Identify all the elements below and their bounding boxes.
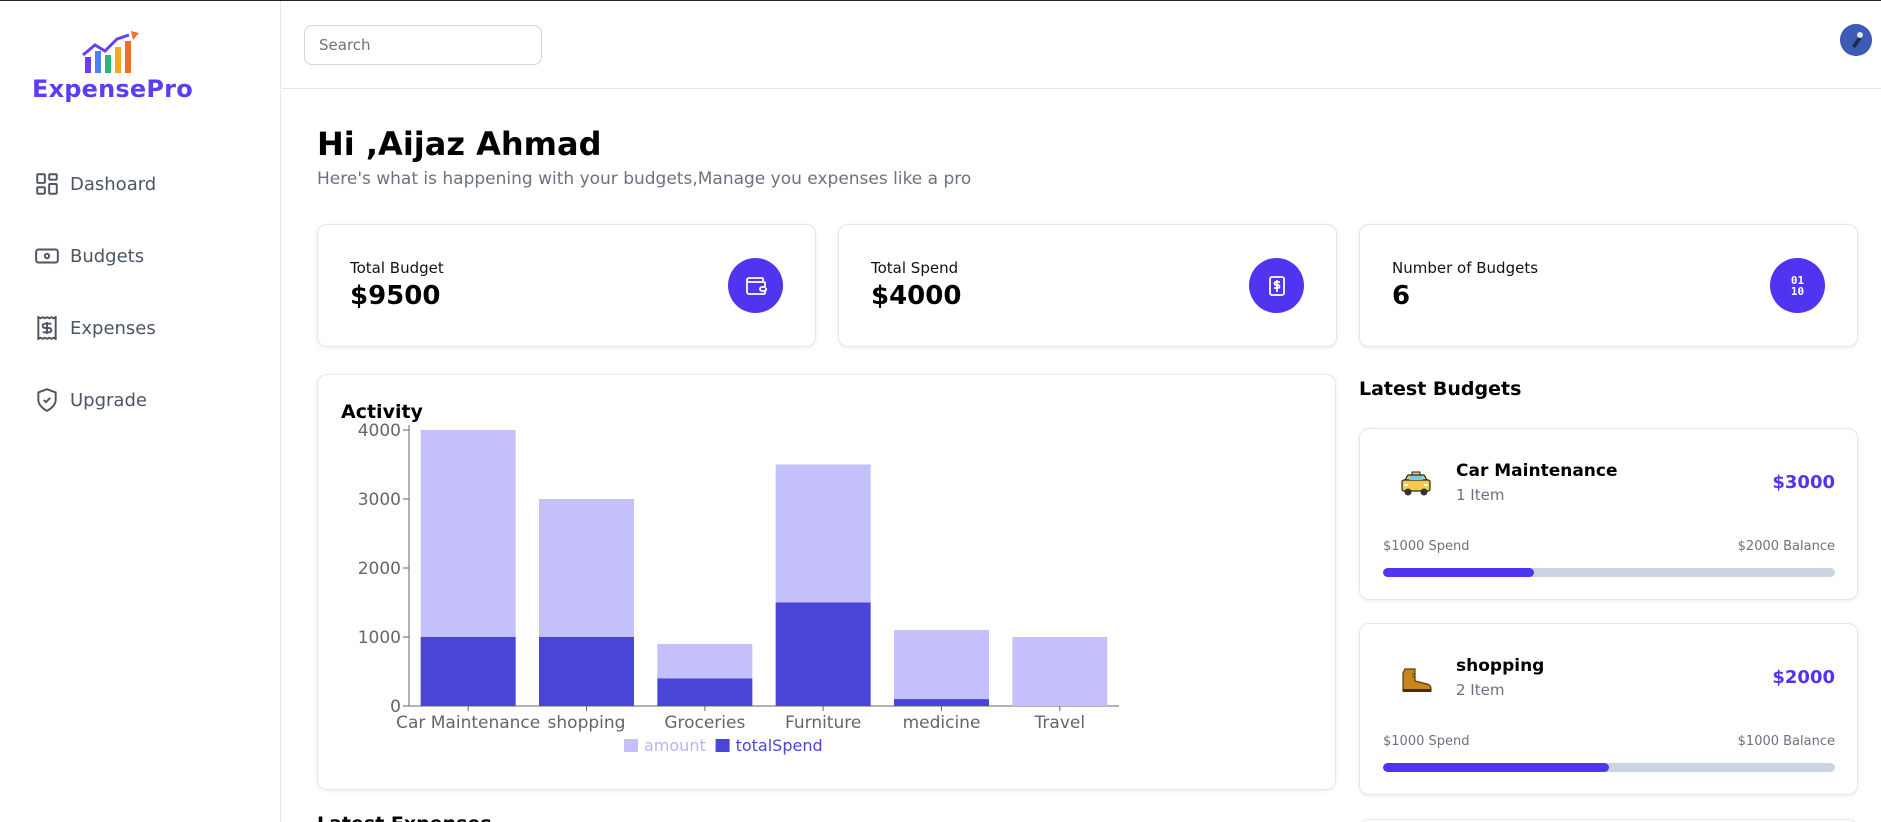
sidebar: ExpensePro Dashoard Budgets Expenses Upg… (0, 1, 281, 822)
activity-card: Activity 0 1000 2000 3000 4000 Car Maintenanc… (317, 374, 1336, 790)
budget-spend: $1000 Spend (1383, 734, 1470, 749)
legend-swatch (715, 739, 730, 752)
latest-budgets-title: Latest Budgets (1359, 378, 1522, 400)
page-title: Hi ,Aijaz Ahmad (317, 125, 602, 163)
bar-total-spend (894, 699, 989, 706)
y-tick-label: 3000 (358, 490, 401, 510)
logo-text: ExpensePro (32, 75, 193, 103)
sidebar-item-budgets[interactable]: Budgets (34, 238, 156, 274)
bar-amount (657, 643, 753, 679)
search-input[interactable] (304, 25, 542, 65)
legend-swatch (624, 739, 638, 752)
budget-progress-bar (1383, 568, 1835, 577)
wallet-icon (745, 276, 767, 295)
budget-amount: $3000 (1772, 472, 1835, 493)
sidebar-item-label: Budgets (70, 245, 145, 267)
logo[interactable]: ExpensePro (32, 31, 193, 103)
budget-balance: $1000 Balance (1737, 734, 1835, 749)
y-tick-label: 1000 (358, 628, 401, 648)
stat-card-total-budget: Total Budget $9500 (317, 224, 816, 347)
budget-item-count: 1 Item (1456, 486, 1505, 504)
budget-name: shopping (1456, 656, 1545, 676)
y-tick-label: 2000 (358, 559, 401, 579)
budget-name: Car Maintenance (1456, 461, 1618, 481)
top-header (282, 1, 1881, 89)
stat-label: Total Spend (871, 259, 959, 277)
budget-spend: $1000 Spend (1383, 539, 1470, 554)
stat-icon-container (728, 258, 783, 313)
stat-icon-container (1249, 258, 1304, 313)
bar-total-spend (657, 678, 753, 706)
x-tick-label: Furniture (785, 713, 861, 733)
user-avatar-icon (1840, 24, 1872, 56)
stat-value: 6 (1392, 281, 1411, 311)
logo-chart-icon (82, 31, 139, 73)
bar-amount (1012, 637, 1108, 706)
boot-emoji-icon (1396, 660, 1436, 700)
bar-total-spend (420, 637, 516, 706)
stat-label: Total Budget (350, 259, 444, 277)
page-subtitle: Here's what is happening with your budge… (317, 169, 972, 189)
activity-bar-chart: 01000200030004000Car Maintenance shopping… (358, 421, 1119, 755)
grid-icon (36, 173, 58, 195)
sidebar-item-label: Upgrade (70, 389, 147, 411)
bar-amount (775, 464, 871, 603)
avatar[interactable] (1840, 24, 1872, 56)
dollar-receipt-icon (1268, 275, 1285, 296)
budget-item-count: 2 Item (1456, 681, 1505, 699)
sidebar-item-label: Expenses (70, 317, 156, 339)
wallet-icon (35, 248, 59, 264)
budget-progress-bar (1383, 763, 1835, 772)
receipt-dollar-icon (37, 315, 57, 341)
budget-card-shopping[interactable]: shopping 2 Item $2000 $1000 Spend $1000 … (1359, 623, 1858, 795)
sidebar-nav: Dashoard Budgets Expenses Upgrade (34, 166, 156, 454)
sidebar-item-label: Dashoard (70, 173, 157, 195)
budget-balance: $2000 Balance (1737, 539, 1835, 554)
sidebar-item-expenses[interactable]: Expenses (34, 310, 156, 346)
bar-amount (894, 630, 989, 700)
x-tick-label: Groceries (664, 713, 745, 733)
budget-progress-fill (1383, 568, 1534, 577)
legend-label: amount (644, 736, 706, 755)
taxi-emoji-icon (1396, 465, 1436, 505)
sidebar-item-dashboard[interactable]: Dashoard (34, 166, 156, 202)
bar-total-spend (775, 602, 871, 706)
x-tick-label: Travel (1034, 713, 1086, 733)
shield-check-icon (37, 388, 57, 412)
stat-icon-container: 01 10 (1770, 258, 1825, 313)
stat-value: $9500 (350, 281, 441, 311)
bar-total-spend (539, 637, 634, 706)
app-root: ExpensePro Dashoard Budgets Expenses Upg… (0, 0, 1881, 822)
legend-label: totalSpend (736, 736, 823, 755)
stat-value: $4000 (871, 281, 962, 311)
x-tick-label: Car Maintenance (396, 713, 540, 733)
bar-amount (420, 430, 516, 637)
bar-amount (539, 499, 634, 637)
latest-expenses-title: Latest Expenses (317, 813, 492, 822)
budget-progress-fill (1383, 763, 1609, 772)
stat-card-number-of-budgets: Number of Budgets 6 01 10 (1359, 224, 1858, 347)
y-tick-label: 4000 (358, 421, 401, 441)
x-tick-label: medicine (903, 713, 981, 733)
binary-icon: 01 10 (1790, 273, 1805, 298)
sidebar-item-upgrade[interactable]: Upgrade (34, 382, 156, 418)
budget-amount: $2000 (1772, 667, 1835, 688)
stat-card-total-spend: Total Spend $4000 (838, 224, 1337, 347)
x-tick-label: shopping (548, 713, 626, 733)
budget-card-car-maintenance[interactable]: Car Maintenance 1 Item $3000 $1000 Spend… (1359, 428, 1858, 600)
stat-label: Number of Budgets (1392, 259, 1539, 277)
